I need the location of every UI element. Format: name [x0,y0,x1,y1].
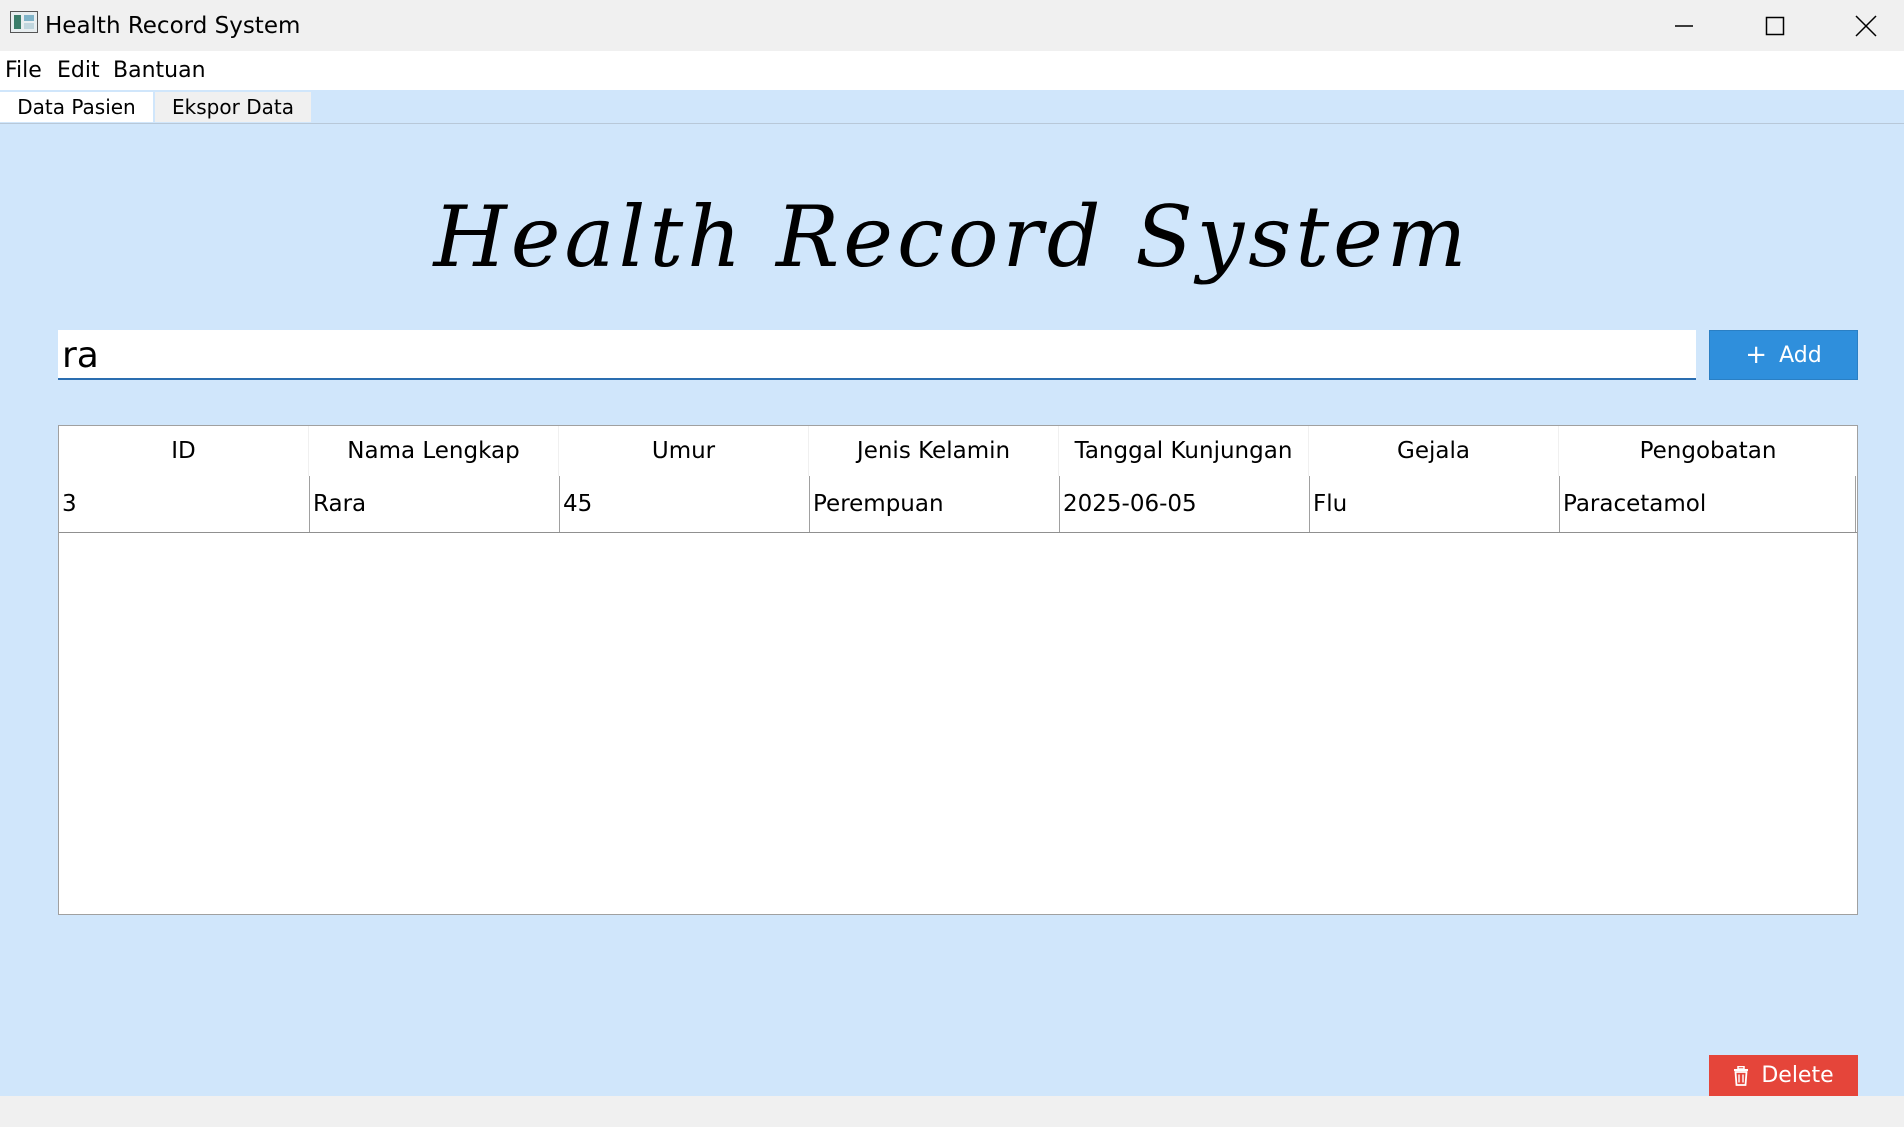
table-header: ID Nama Lengkap Umur Jenis Kelamin Tangg… [59,426,1857,476]
page-title: Health Record System [433,188,1471,286]
cell-umur[interactable]: 45 [559,476,809,532]
cell-gejala[interactable]: Flu [1309,476,1559,532]
tab-divider [0,123,1904,124]
status-bar [0,1096,1904,1127]
cell-nama-lengkap[interactable]: Rara [309,476,559,532]
cell-pengobatan[interactable]: Paracetamol [1559,476,1856,532]
plus-icon: + [1745,340,1768,370]
column-header-tanggal-kunjungan[interactable]: Tanggal Kunjungan [1059,426,1309,476]
title-bar: Health Record System [0,0,1904,51]
cell-tanggal-kunjungan[interactable]: 2025-06-05 [1059,476,1309,532]
minimize-icon [1674,24,1693,27]
trash-icon [1734,1065,1749,1086]
main-content: Data Pasien Ekspor Data Health Record Sy… [0,90,1904,1096]
column-header-jenis-kelamin[interactable]: Jenis Kelamin [809,426,1059,476]
column-header-pengobatan[interactable]: Pengobatan [1559,426,1857,476]
tab-ekspor-data[interactable]: Ekspor Data [155,92,311,122]
add-button[interactable]: + Add [1709,330,1858,380]
column-header-nama-lengkap[interactable]: Nama Lengkap [309,426,559,476]
menu-file[interactable]: File [5,57,42,85]
close-icon [1854,14,1877,37]
column-header-umur[interactable]: Umur [559,426,809,476]
table-row[interactable]: 3 Rara 45 Perempuan 2025-06-05 Flu Parac… [59,476,1857,533]
menu-bar: File Edit Bantuan [0,51,1904,90]
window-title: Health Record System [45,13,301,39]
add-button-label: Add [1779,342,1822,368]
tab-data-pasien[interactable]: Data Pasien [0,92,153,122]
search-input[interactable] [58,330,1696,380]
app-icon [10,11,38,33]
cell-id[interactable]: 3 [59,476,309,532]
menu-bantuan[interactable]: Bantuan [113,57,206,85]
maximize-icon [1765,16,1784,35]
patient-table[interactable]: ID Nama Lengkap Umur Jenis Kelamin Tangg… [58,425,1858,915]
close-button[interactable] [1820,0,1904,51]
delete-button[interactable]: Delete [1709,1055,1858,1096]
maximize-button[interactable] [1729,0,1820,51]
menu-edit[interactable]: Edit [57,57,100,85]
delete-button-label: Delete [1761,1063,1834,1088]
cell-jenis-kelamin[interactable]: Perempuan [809,476,1059,532]
column-header-id[interactable]: ID [59,426,309,476]
column-header-gejala[interactable]: Gejala [1309,426,1559,476]
minimize-button[interactable] [1638,0,1729,51]
